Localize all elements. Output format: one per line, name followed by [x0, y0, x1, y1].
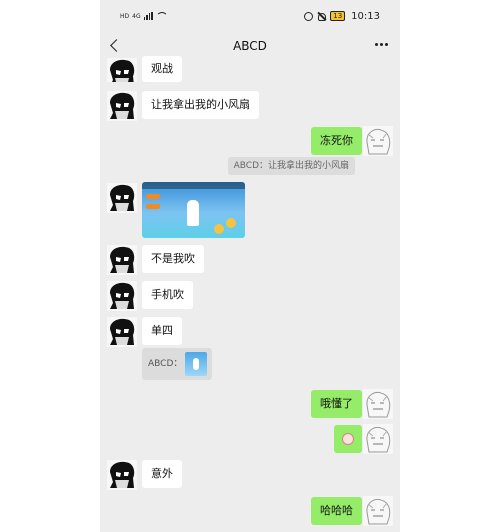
quoted-image-message[interactable]: ABCD： [142, 348, 212, 380]
battery-icon: 13 [330, 11, 346, 21]
game-character [187, 200, 199, 226]
contact-avatar[interactable] [107, 245, 137, 275]
wifi-icon [155, 12, 168, 20]
network-gen-label: 4G [132, 12, 141, 20]
sticker-face-icon [342, 433, 354, 445]
clock: 10:13 [351, 10, 380, 22]
game-button [146, 194, 160, 199]
status-left: HD 4G [120, 12, 168, 20]
contact-avatar[interactable] [107, 281, 137, 311]
signal-icon [143, 12, 153, 20]
status-right: 13 10:13 [304, 11, 380, 22]
alarm-icon [304, 11, 314, 21]
network-label: HD [120, 12, 130, 20]
message-bubble[interactable]: 观战 [142, 56, 182, 82]
contact-avatar[interactable] [107, 460, 137, 490]
message-bubble[interactable]: 哦懂了 [311, 390, 362, 418]
message-bubble[interactable]: 手机吹 [142, 281, 193, 309]
chat-title: ABCD [233, 39, 267, 53]
game-button [226, 218, 236, 228]
quote-sender: ABCD： [148, 359, 183, 369]
message-bubble[interactable]: 意外 [142, 460, 182, 488]
game-hud [142, 182, 245, 189]
self-avatar[interactable] [363, 496, 393, 526]
contact-avatar[interactable] [107, 91, 137, 121]
game-screenshot-image[interactable] [142, 182, 245, 238]
quote-thumbnail [185, 352, 207, 376]
message-bubble[interactable]: 不是我吹 [142, 245, 204, 273]
mute-icon [317, 12, 327, 21]
contact-avatar[interactable] [107, 58, 137, 82]
message-bubble[interactable]: 哈哈哈 [311, 497, 362, 525]
quoted-message[interactable]: ABCD：让我拿出我的小风扇 [227, 157, 355, 175]
phone-screen: HD 4G 13 10:13 ABCD 观战 让我拿出我的小风扇 冻死你 ABC… [100, 0, 400, 532]
message-bubble[interactable]: 单四 [142, 317, 182, 345]
self-avatar[interactable] [363, 424, 393, 454]
sticker-bubble[interactable] [334, 425, 362, 453]
game-button [146, 204, 160, 209]
status-bar: HD 4G 13 10:13 [100, 0, 400, 32]
back-arrow-icon[interactable] [109, 38, 121, 54]
contact-avatar[interactable] [107, 183, 137, 213]
contact-avatar[interactable] [107, 317, 137, 347]
message-bubble[interactable]: 冻死你 [311, 127, 362, 155]
self-avatar[interactable] [363, 389, 393, 419]
message-bubble[interactable]: 让我拿出我的小风扇 [142, 91, 259, 119]
self-avatar[interactable] [363, 126, 393, 156]
more-icon[interactable] [375, 43, 388, 46]
game-button [214, 224, 224, 234]
